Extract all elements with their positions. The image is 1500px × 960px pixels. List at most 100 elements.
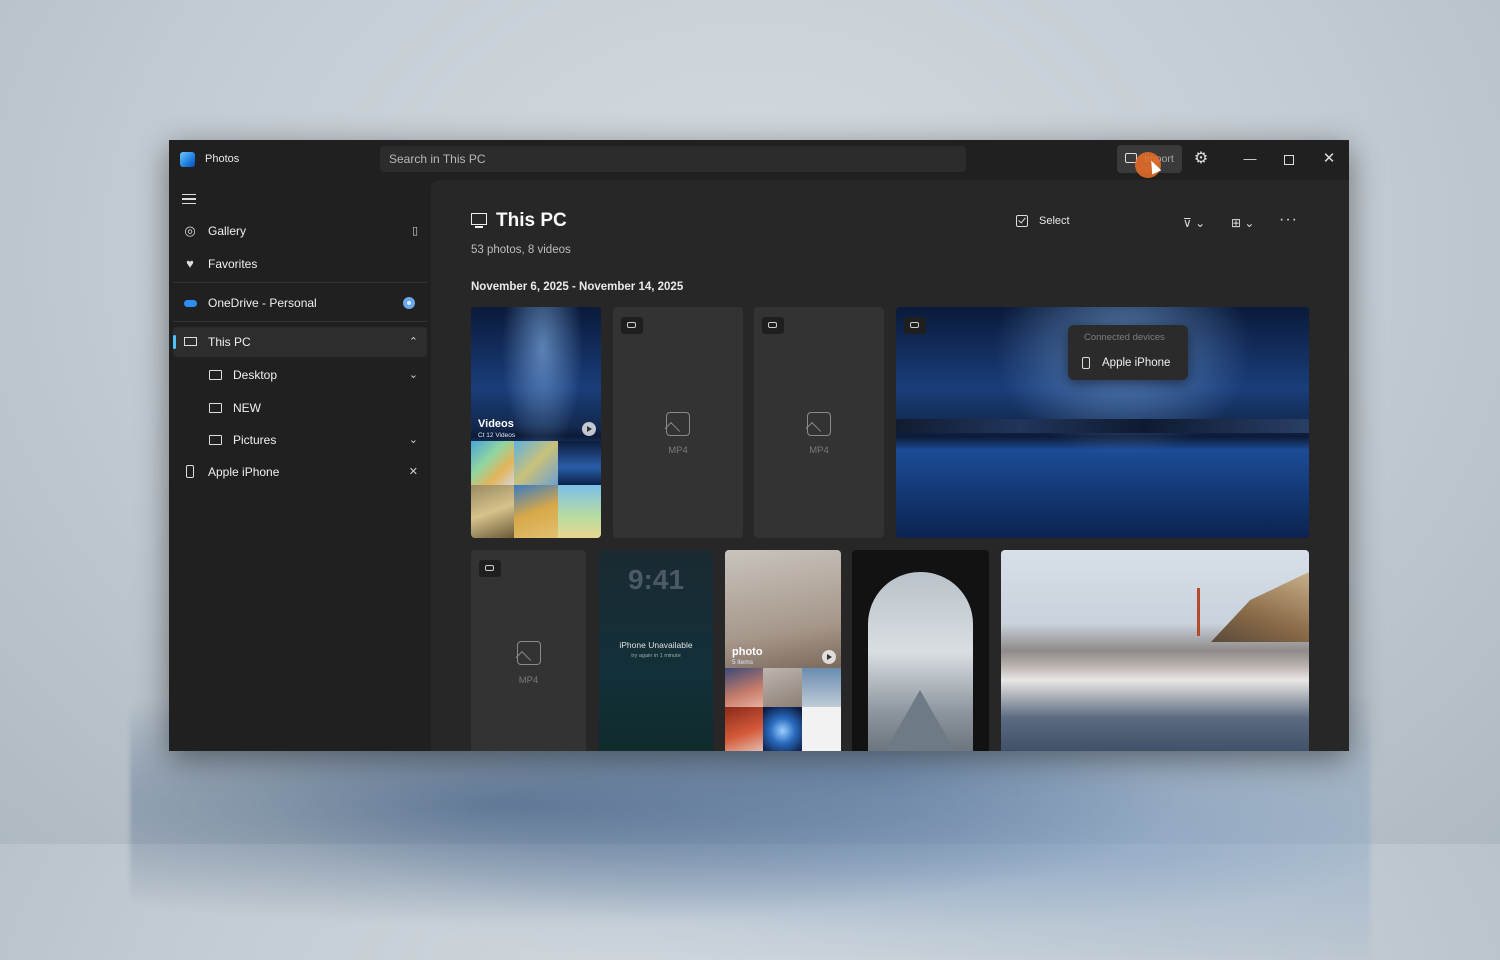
lock-screen-message: iPhone Unavailable [619,640,693,650]
view-button[interactable]: ⊞ ⌄ [1231,216,1254,230]
sidebar-item-gallery[interactable]: ◎ Gallery ▯ [173,216,427,246]
sidebar-item-label: Desktop [233,368,278,382]
disconnect-icon[interactable]: ✕ [409,464,418,480]
sidebar-item-pictures[interactable]: Pictures ⌄ [173,425,427,455]
thumbnail [514,485,558,538]
more-button[interactable]: ··· [1279,211,1298,229]
app-title: Photos [205,153,240,165]
page-title: This PC [496,210,567,231]
maximize-button[interactable] [1277,149,1301,169]
device-item-apple-iphone[interactable]: Apple iPhone [1072,350,1184,376]
sidebar-divider [173,282,427,283]
heart-icon: ♥ [186,256,194,271]
thumbnail [558,485,601,538]
gallery-options-icon[interactable]: ▯ [412,223,418,239]
sidebar-item-label: Favorites [208,257,258,271]
thumbnail [471,485,514,538]
settings-button[interactable]: ⚙ [1191,149,1211,169]
gear-icon: ⚙ [1193,150,1209,167]
folder-icon [207,432,223,448]
thumbnail [471,441,514,485]
image-placeholder-icon [666,412,690,436]
video-badge-icon [479,560,501,577]
thumbnail [514,441,558,485]
sidebar-divider [173,321,427,322]
lock-screen-detail: try again in 1 minute [631,653,681,659]
chevron-down-icon[interactable]: ⌄ [409,432,418,448]
close-icon: ✕ [1322,150,1336,167]
video-tile[interactable]: MP4 [471,550,586,751]
video-badge-icon [621,317,643,334]
glass-pyramid [880,690,960,751]
album-tile-videos[interactable]: Videos Ct 12 Videos [471,307,601,538]
sidebar-item-desktop[interactable]: Desktop ⌄ [173,360,427,390]
page-subtitle: 53 photos, 8 videos [471,244,571,256]
date-range-heading: November 6, 2025 - November 14, 2025 [471,281,684,293]
sync-status-icon [403,297,415,309]
play-icon [822,650,836,664]
photos-window: Photos Import ⚙ — ✕ ◎ Gallery ▯ ♥ Favori… [169,140,1349,751]
cliff [1211,572,1309,642]
file-type-label: MP4 [809,445,829,456]
video-tile[interactable]: MP4 [754,307,884,538]
sidebar-item-label: Pictures [233,433,277,447]
sidebar-item-apple-iphone[interactable]: Apple iPhone ✕ [173,457,427,487]
phone-icon [1082,357,1090,369]
minimize-icon: — [1243,151,1257,166]
flyout-header: Connected devices [1084,332,1165,343]
lock-screen-time: 9:41 [627,564,685,595]
cloud-icon [182,295,198,311]
album-title: Videos [478,418,514,430]
device-label: Apple iPhone [1102,357,1171,369]
photo-tile-louvre[interactable] [852,550,989,751]
maximize-icon [1284,155,1294,165]
folder-icon [207,367,223,383]
sidebar-item-onedrive[interactable]: OneDrive - Personal [173,288,427,318]
image-placeholder-icon [517,641,541,665]
grid-view-icon: ⊞ ⌄ [1231,216,1255,230]
select-label: Select [1039,215,1070,227]
photo-tile-lock-screen[interactable]: 9:41 iPhone Unavailable try again in 1 m… [599,550,713,751]
folder-icon [207,400,223,416]
sidebar-item-label: NEW [233,401,261,415]
close-button[interactable]: ✕ [1317,149,1341,169]
album-count: Ct 12 Videos [478,432,516,439]
sidebar-item-label: Apple iPhone [208,465,280,479]
image-placeholder-icon [807,412,831,436]
hamburger-menu-icon[interactable] [182,194,196,204]
computer-icon [182,334,198,350]
sidebar-item-label: OneDrive - Personal [208,296,317,310]
filter-icon: ⊽ ⌄ [1183,216,1206,230]
sidebar-item-this-pc[interactable]: This PC ⌃ [173,327,427,357]
play-icon [582,422,596,436]
minimize-button[interactable]: — [1238,149,1262,169]
thumbnail [558,441,601,485]
sidebar-item-favorites[interactable]: ♥ Favorites [173,249,427,279]
file-type-label: MP4 [668,445,688,456]
phone-icon [182,464,198,480]
album-tile-photo[interactable]: photo 5 items [725,550,841,751]
mountain-silhouette [896,419,1309,433]
file-type-label: MP4 [518,675,539,686]
filter-button[interactable]: ⊽ ⌄ [1183,216,1205,230]
thumbnail [725,707,763,751]
video-badge-icon [762,317,784,334]
title-bar: Photos Import ⚙ — ✕ [169,140,1349,180]
chevron-up-icon[interactable]: ⌃ [409,334,418,350]
thumbnail [763,668,802,707]
photo-tile-beach[interactable] [1001,550,1309,751]
album-title: photo [732,646,763,658]
chevron-down-icon[interactable]: ⌄ [409,367,418,383]
sidebar-item-label: This PC [208,335,251,349]
more-icon: ··· [1279,211,1298,228]
connected-devices-flyout: Connected devices Apple iPhone [1068,325,1188,380]
sidebar: ◎ Gallery ▯ ♥ Favorites OneDrive - Perso… [169,180,438,751]
sidebar-item-new[interactable]: NEW [173,393,427,423]
main-content: This PC 53 photos, 8 videos November 6, … [431,180,1349,751]
thumbnail [802,668,841,707]
search-input[interactable] [380,146,966,172]
thumbnail [725,668,763,707]
video-tile[interactable]: MP4 [613,307,743,538]
thumbnail [763,707,802,751]
gallery-icon: ◎ [184,223,196,238]
